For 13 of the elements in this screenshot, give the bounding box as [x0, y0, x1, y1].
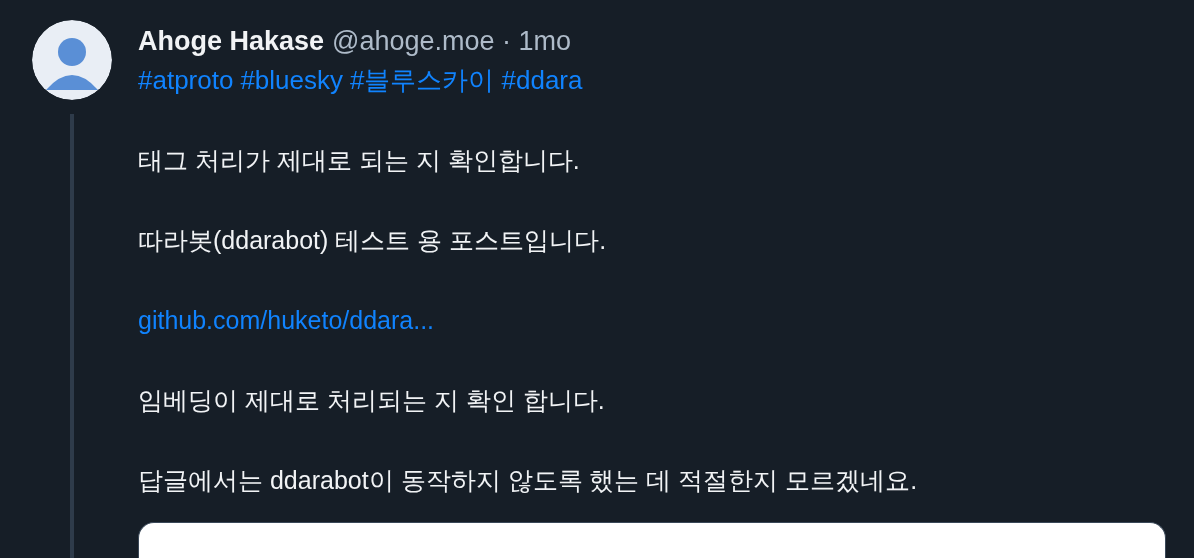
hashtag-link[interactable]: #ddara [501, 60, 583, 100]
author-handle: @ahoge.moe · 1mo [332, 25, 572, 58]
post-text: 태그 처리가 제대로 되는 지 확인합니다. [138, 145, 581, 176]
author-name[interactable]: Ahoge Hakase [138, 22, 325, 60]
hashtag-link[interactable]: #atproto [138, 60, 234, 100]
post-text: 따라봇(ddarabot) 테스트 용 포스트입니다. [138, 225, 608, 256]
embed-card[interactable] [138, 522, 1166, 558]
avatar-icon[interactable] [32, 20, 112, 100]
hashtag-link[interactable]: #블루스카이 [350, 60, 495, 100]
post-text: 답글에서는 ddarabot이 동작하지 않도록 했는 데 적절한지 모르겠네요. [138, 465, 919, 496]
post-text: 임베딩이 제대로 처리되는 지 확인 합니다. [138, 385, 606, 416]
hashtag-link[interactable]: #bluesky [240, 60, 344, 100]
url-link[interactable]: github.com/huketo/ddara... [138, 306, 435, 334]
